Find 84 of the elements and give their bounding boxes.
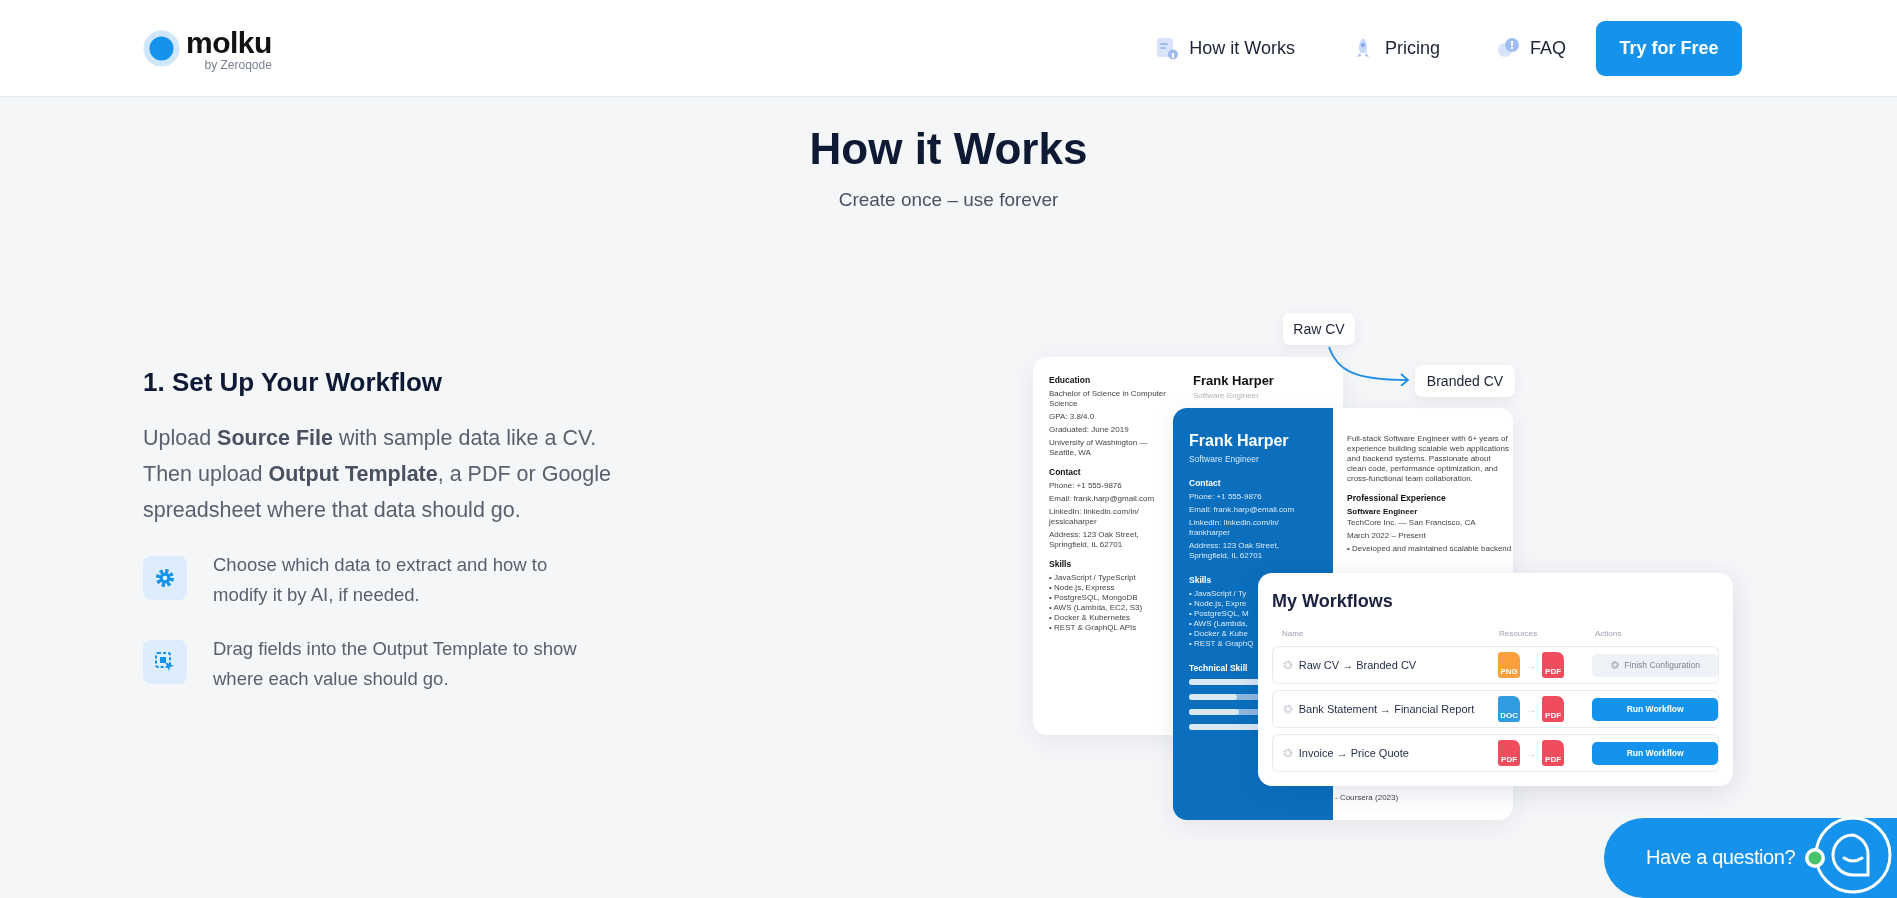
gear-icon: [1610, 660, 1621, 670]
logo-icon[interactable]: [143, 29, 180, 67]
cv-list-item: • PostgreSQL, M: [1189, 609, 1249, 619]
gear-icon: [153, 566, 177, 590]
file-icon: PDF: [1542, 696, 1565, 722]
cv-text: Phone: +1 555-9876: [1189, 492, 1263, 502]
step-heading: 1. Set Up Your Workflow: [143, 367, 444, 398]
cv-heading: Education: [1049, 375, 1091, 385]
file-icon: PDF: [1498, 740, 1521, 766]
workflow-row[interactable]: Bank Statement → Financial Report DOC → PDF Run Workflow: [1272, 690, 1719, 728]
cv-job-title: Software Engineer: [1347, 507, 1419, 516]
cv-list-item: • Docker & Kubernetes: [1049, 613, 1131, 623]
chat-bubble-icon[interactable]: [1814, 816, 1892, 894]
workflow-row[interactable]: Raw CV → Branded CV PNG → PDF Finish Configuration: [1272, 646, 1719, 684]
cv-list-item: • PostgreSQL, MongoDB: [1049, 593, 1138, 603]
cv-text: LinkedIn: linkedin.com/in/ jessicaharper: [1049, 507, 1140, 527]
cv-list-item: • REST & GraphQ: [1189, 639, 1254, 649]
document-icon: [1155, 36, 1180, 60]
arrow-icon: →: [1526, 659, 1537, 671]
cv-text: Email: frank.harp@email.com: [1189, 505, 1296, 515]
workflow-name: Bank Statement → Financial Report: [1298, 703, 1476, 715]
output-tag: Branded CV: [1415, 365, 1515, 397]
cv-list-item: • AWS (Lambda, EC2, S3): [1049, 603, 1143, 613]
cv-name: Frank Harper: [1193, 373, 1274, 388]
cv-text: Address: 123 Oak Street, Springfield, IL 62701: [1189, 541, 1280, 561]
arrow-icon: →: [1526, 747, 1537, 759]
file-icon: PNG: [1498, 652, 1521, 678]
nav-link[interactable]: Pricing: [1350, 36, 1440, 60]
cv-text: Phone: +1 555-9876: [1049, 481, 1123, 491]
cv-text: Bachelor of Science in Computer Science: [1049, 389, 1167, 409]
column-header: Actions: [1595, 629, 1622, 638]
source-tag: Raw CV: [1283, 313, 1355, 345]
feature-text: Choose which data to extract and how to modify it by AI, if needed.: [213, 553, 549, 607]
page-title: How it Works: [808, 123, 1089, 175]
cv-list-item: • Node.js, Express: [1049, 583, 1115, 593]
cv-text: TechCore Inc. — San Francisco, CA: [1347, 518, 1477, 528]
cv-list-item: • Developed and maintained scalable backend: [1347, 544, 1512, 554]
cv-heading: Contact: [1049, 467, 1081, 477]
cv-text: Address: 123 Oak Street, Springfield, IL 62701: [1049, 530, 1140, 550]
chat-bubbles-icon: [1496, 36, 1520, 60]
gear-icon: [1282, 747, 1294, 759]
cv-name: Frank Harper: [1189, 432, 1290, 450]
finish-configuration-button[interactable]: Finish Configuration: [1592, 653, 1718, 677]
cv-heading: Professional Experience: [1347, 493, 1446, 503]
step-description: Upload Source File with sample data like a CV. Then upload Output Template, a PDF or Google spreadsheet where that data should go.: [143, 425, 612, 524]
cv-list-item: • AWS (Lambda,: [1189, 619, 1248, 629]
feature-text: Drag fields into the Output Template to show where each value should go.: [213, 637, 578, 691]
file-icon: DOC: [1498, 696, 1521, 722]
file-icon: PDF: [1542, 652, 1565, 678]
file-icon: PDF: [1542, 740, 1565, 766]
cv-role: Software Engineer: [1193, 391, 1260, 400]
workflow-name: Invoice → Price Quote: [1298, 747, 1410, 759]
gear-icon: [1282, 703, 1294, 715]
cv-text: Graduated: June 2019: [1049, 425, 1130, 435]
page-subtitle: Create once – use forever: [837, 189, 1060, 211]
cv-text: March 2022 – Present: [1347, 531, 1427, 541]
cv-summary: Full-stack Software Engineer with 6+ years of experience building scalable web applications and backend systems. Passionate about clean code, performance optimization, and cross-functional team collaboration.: [1347, 434, 1510, 484]
cv-heading: Contact: [1189, 478, 1221, 488]
cv-list-item: • JavaScript / TypeScript: [1049, 573, 1136, 583]
cv-list-item: • REST & GraphQL APIs: [1049, 623, 1137, 633]
column-header: Resources: [1499, 629, 1538, 638]
panel-title: My Workflows: [1272, 591, 1393, 612]
cv-text: LinkedIn: linkedin.com/in/ frankharper: [1189, 518, 1280, 538]
cv-list-item: • JavaScript / Ty: [1189, 589, 1247, 599]
cv-heading: Technical Skill: [1189, 663, 1248, 673]
cv-text: GPA: 3.8/4.0: [1049, 412, 1096, 422]
cv-text: University of Washington — Seattle, WA: [1049, 438, 1149, 458]
workflow-row[interactable]: Invoice → Price Quote PDF → PDF Run Workflow: [1272, 734, 1719, 772]
nav-link[interactable]: FAQ: [1496, 36, 1566, 60]
cv-heading: Skills: [1189, 575, 1212, 585]
nav-link[interactable]: How it Works: [1155, 36, 1295, 60]
cv-text: - Coursera (2023): [1335, 793, 1399, 803]
cv-role: Software Engineer: [1189, 454, 1260, 464]
cv-list-item: • Docker & Kube: [1189, 629, 1248, 639]
logo-byline: by Zeroqode: [204, 58, 272, 72]
cv-list-item: • Node.js, Expre: [1189, 599, 1247, 609]
cv-text: Email: frank.harp@gmail.com: [1049, 494, 1156, 504]
logo-wordmark[interactable]: molku: [186, 28, 272, 58]
arrow-icon: →: [1526, 703, 1537, 715]
gear-icon: [1282, 659, 1294, 671]
chat-label: Have a question?: [1646, 846, 1796, 869]
workflow-name: Raw CV → Branded CV: [1298, 659, 1418, 671]
column-header: Name: [1282, 629, 1304, 638]
cv-heading: Skills: [1049, 559, 1072, 569]
